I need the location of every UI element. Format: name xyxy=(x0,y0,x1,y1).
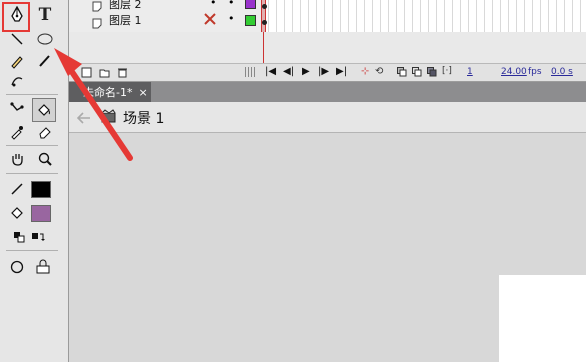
pasteboard[interactable] xyxy=(69,133,586,362)
modify-onion-markers-icon[interactable]: [·] xyxy=(442,66,452,76)
center-frame-icon[interactable]: ⊹ xyxy=(361,66,369,77)
swap-colors-icon[interactable] xyxy=(30,226,46,248)
step-back-icon[interactable]: ◀| xyxy=(283,66,294,77)
deco-tool-icon[interactable] xyxy=(6,70,28,92)
onion-outline-icon[interactable] xyxy=(412,67,422,80)
stroke-color-swatch[interactable] xyxy=(31,181,51,198)
layer-name: 图层 1 xyxy=(109,14,142,27)
layer-row[interactable]: 图层 2 • • xyxy=(69,0,586,12)
black-white-icon[interactable] xyxy=(12,226,26,248)
eraser-tool-icon[interactable] xyxy=(34,121,56,143)
toolbar-divider xyxy=(6,173,58,174)
visibility-dot[interactable]: • xyxy=(210,0,217,9)
document-tab[interactable]: 未命名-1* × xyxy=(69,82,151,102)
keyframe-dot xyxy=(262,4,267,9)
document-tab-title: 未命名-1* xyxy=(83,86,133,99)
new-layer-icon[interactable] xyxy=(81,67,92,81)
current-frame-readout[interactable]: 1 xyxy=(467,67,473,77)
lock-dot[interactable]: • xyxy=(228,12,235,25)
back-arrow-icon[interactable] xyxy=(76,109,91,128)
layer-outline-color[interactable] xyxy=(245,0,256,9)
toolbar-divider xyxy=(6,145,58,146)
onion-skin-icon[interactable] xyxy=(397,67,407,80)
stage[interactable] xyxy=(499,275,586,362)
first-frame-icon[interactable]: |◀ xyxy=(265,66,276,77)
fill-color-icon xyxy=(6,202,28,224)
last-frame-icon[interactable]: ▶| xyxy=(336,66,347,77)
scene-name[interactable]: 场景 1 xyxy=(123,108,164,128)
scene-icon xyxy=(101,108,117,127)
hand-tool-icon[interactable] xyxy=(6,148,28,170)
layer-row[interactable]: 图层 1 • xyxy=(69,11,586,30)
tools-panel: T xyxy=(0,0,69,362)
new-folder-icon[interactable] xyxy=(99,67,110,81)
close-tab-icon[interactable]: × xyxy=(138,86,147,99)
frame-rate-readout[interactable]: 24.00 xyxy=(501,67,527,77)
oval-tool-icon[interactable] xyxy=(34,28,56,50)
bone-tool-icon[interactable] xyxy=(6,98,28,120)
object-drawing-icon[interactable] xyxy=(6,256,28,278)
delete-layer-icon[interactable] xyxy=(117,67,128,81)
toolbar-divider xyxy=(6,94,58,95)
edit-multiple-frames-icon[interactable] xyxy=(427,67,437,80)
elapsed-time-readout[interactable]: 0.0 s xyxy=(551,67,573,77)
layer-icon xyxy=(91,14,103,33)
keyframe-dot xyxy=(262,20,267,25)
stroke-color-icon xyxy=(6,178,28,200)
playhead-line xyxy=(263,32,264,63)
paint-bucket-tool-icon[interactable] xyxy=(32,98,56,122)
brush-tool-icon[interactable] xyxy=(34,50,56,72)
fill-color-swatch[interactable] xyxy=(31,205,51,222)
eyedropper-tool-icon[interactable] xyxy=(6,121,28,143)
pencil-tool-icon[interactable] xyxy=(6,50,28,72)
loop-icon[interactable]: ⟲ xyxy=(375,66,383,77)
lock-dot[interactable]: • xyxy=(228,0,235,9)
layer-outline-color[interactable] xyxy=(245,15,256,26)
toolbar-divider xyxy=(6,250,58,251)
timeline-controls-bar: |◀ ◀| ▶ |▶ ▶| ⊹ ⟲ [·] 1 24.00 fps 0.0 s xyxy=(69,63,586,82)
frame-rate-unit: fps xyxy=(528,67,542,77)
text-tool[interactable]: T xyxy=(34,4,56,26)
edit-bar: 场景 1 xyxy=(69,102,586,133)
zoom-tool-icon[interactable] xyxy=(34,148,56,170)
play-icon[interactable]: ▶ xyxy=(302,66,310,77)
hidden-x-icon[interactable] xyxy=(203,11,217,30)
step-forward-icon[interactable]: |▶ xyxy=(318,66,329,77)
snap-lock-icon[interactable] xyxy=(33,256,55,278)
line-tool-icon[interactable] xyxy=(6,28,28,50)
scroll-grip[interactable] xyxy=(245,67,255,77)
document-tab-bar: 未命名-1* × xyxy=(69,82,586,102)
